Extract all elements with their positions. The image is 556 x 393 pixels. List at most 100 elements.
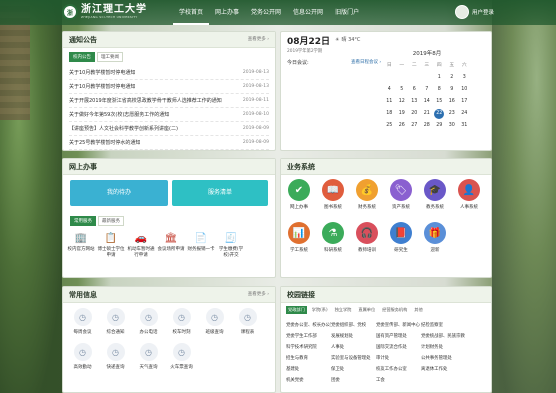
campus-link[interactable]: 团委	[331, 376, 376, 385]
tab-common-services[interactable]: 常用服务	[70, 216, 96, 226]
calendar-day[interactable]: 14	[421, 96, 434, 107]
campus-link[interactable]: 保卫处	[331, 365, 376, 374]
campus-link[interactable]: 基建处	[286, 365, 331, 374]
university-logo[interactable]: 浙 浙江理工大学 ZHEJIANG SCI-TECH UNIVERSITY	[62, 4, 147, 20]
service-item[interactable]: 🏛 会议场所申请	[156, 231, 186, 259]
business-system-item[interactable]: ✔ 网上办事	[282, 179, 316, 210]
calendar-day[interactable]: 30	[446, 120, 459, 131]
campus-link[interactable]: 国有资产管理处	[376, 332, 421, 341]
calendar-day[interactable]: 28	[421, 120, 434, 131]
calendar-day[interactable]: 18	[383, 108, 396, 119]
tab-news[interactable]: 理工要闻	[97, 52, 123, 62]
calendar-day[interactable]: 21	[421, 108, 434, 119]
service-item[interactable]: 📋 博士硕士学位申请	[96, 231, 126, 259]
calendar-day[interactable]: 25	[383, 120, 396, 131]
service-item[interactable]: 🏢 校内官方网站	[66, 231, 96, 259]
tab-latest-services[interactable]: 最新服务	[98, 216, 124, 226]
calendar-day[interactable]: 16	[446, 96, 459, 107]
calendar-day[interactable]: 4	[383, 84, 396, 95]
calendar-day[interactable]: 17	[458, 96, 471, 107]
campus-link[interactable]: 人事处	[331, 343, 376, 352]
calendar-day[interactable]: 2	[446, 72, 459, 83]
calendar-day[interactable]: 11	[383, 96, 396, 107]
campus-link[interactable]: 发展规划处	[331, 332, 376, 341]
campus-link[interactable]: 科学技术研究院	[286, 343, 331, 352]
calendar-day[interactable]: 15	[433, 96, 446, 107]
campus-link[interactable]: 实验室与设备管理处	[331, 354, 376, 363]
campus-link[interactable]: 离退休工作处	[421, 365, 466, 374]
campus-link[interactable]: 公共事务管理处	[421, 354, 466, 363]
campus-link[interactable]: 招生与教育	[286, 354, 331, 363]
calendar-day[interactable]: 1	[433, 72, 446, 83]
calendar-day[interactable]: 24	[458, 108, 471, 119]
campus-links-tab[interactable]: 其他	[412, 306, 424, 314]
business-system-item[interactable]: 📖 图书系统	[316, 179, 350, 210]
campus-links-tab[interactable]: 独立学院	[333, 306, 354, 314]
calendar-day[interactable]: 5	[396, 84, 409, 95]
campus-link[interactable]: 国际交流合作处	[376, 343, 421, 352]
calendar-day[interactable]: 6	[408, 84, 421, 95]
nav-item-home[interactable]: 学校首页	[173, 0, 210, 25]
business-system-item[interactable]: 📕 研究生	[384, 222, 418, 253]
campus-link[interactable]: 校友工作办公室	[376, 365, 421, 374]
calendar-day[interactable]: 7	[421, 84, 434, 95]
campus-links-tab[interactable]: 经营服务机构	[380, 306, 409, 314]
calendar-day[interactable]: 23	[446, 108, 459, 119]
business-system-item[interactable]: 🎁 迎新	[418, 222, 452, 253]
business-system-item[interactable]: 📊 学工系统	[282, 222, 316, 253]
common-info-more-link[interactable]: 查看更多 ›	[248, 287, 269, 303]
calendar-day[interactable]: 13	[408, 96, 421, 107]
business-system-item[interactable]: ⚗ 科研系统	[316, 222, 350, 253]
business-system-item[interactable]: 🎧 教师培训	[350, 222, 384, 253]
service-item[interactable]: 🧾 学生缴费(学校)开交	[216, 231, 246, 259]
common-info-item[interactable]: ◷ 每周会议	[66, 308, 99, 335]
campus-link[interactable]: 纪检监察室	[421, 321, 466, 330]
common-info-item[interactable]: ◷ 课程表	[231, 308, 264, 335]
common-info-item[interactable]: ◷ 校车时刻	[165, 308, 198, 335]
calendar-day[interactable]: 3	[458, 72, 471, 83]
my-todo-button[interactable]: 我的待办	[70, 180, 168, 206]
nav-item-online-service[interactable]: 网上办事	[209, 0, 245, 25]
campus-links-tab[interactable]: 党政部门	[286, 306, 307, 314]
tab-campus-notice[interactable]: 校内公告	[69, 52, 95, 62]
service-list-button[interactable]: 服务清单	[172, 180, 268, 206]
campus-link[interactable]: 审计处	[376, 354, 421, 363]
campus-links-tab[interactable]: 直属单位	[356, 306, 377, 314]
campus-link[interactable]: 党委组织部、党校	[331, 321, 376, 330]
campus-link[interactable]: 党委统战部、民族宗教	[421, 332, 466, 341]
business-system-item[interactable]: 💰 财务系统	[350, 179, 384, 210]
list-item[interactable]: 关于10月教学楼暂时停电通知 2019-08-13	[69, 80, 269, 94]
calendar-day[interactable]: 8	[433, 84, 446, 95]
list-item[interactable]: 关于25号教学楼暂时停水的通知 2019-08-09	[69, 136, 269, 150]
service-item[interactable]: 📄 财务报销一卡	[186, 231, 216, 259]
campus-link[interactable]: 党委宣传部、新闻中心	[376, 321, 421, 330]
list-item[interactable]: 关于10月教学楼暂时停电通知 2019-08-13	[69, 66, 269, 80]
business-system-item[interactable]: 🏷 资产系统	[384, 179, 418, 210]
calendar-day[interactable]: 19	[396, 108, 409, 119]
list-item[interactable]: 关于做好今年第59次(校)志愿服务工作的通知 2019-08-10	[69, 108, 269, 122]
meeting-more-link[interactable]: 查看日程会议 ›	[351, 59, 381, 65]
common-info-item[interactable]: ◷ 班级查询	[198, 308, 231, 335]
common-info-item[interactable]: ◷ 办公电话	[132, 308, 165, 335]
calendar-day[interactable]: 26	[396, 120, 409, 131]
campus-link[interactable]: 机关党委	[286, 376, 331, 385]
calendar-day[interactable]: 22	[433, 108, 446, 119]
campus-links-tab[interactable]: 学院(系)	[310, 306, 330, 314]
business-system-item[interactable]: 🎓 教务系统	[418, 179, 452, 210]
user-login[interactable]: 用户登录	[454, 5, 494, 19]
list-item[interactable]: 【讲座预告】人文社会科学教学创新系列讲座(二) 2019-08-09	[69, 122, 269, 136]
nav-item-old-portal[interactable]: 旧版门户	[329, 0, 365, 25]
calendar-day[interactable]: 9	[446, 84, 459, 95]
nav-item-info-disclosure[interactable]: 信息公开网	[287, 0, 329, 25]
calendar-day[interactable]: 27	[408, 120, 421, 131]
common-info-item[interactable]: ◷ 火车票查询	[165, 343, 198, 370]
common-info-item[interactable]: ◷ 天气查询	[132, 343, 165, 370]
campus-link[interactable]: 工会	[376, 376, 421, 385]
calendar-day[interactable]: 12	[396, 96, 409, 107]
notice-more-link[interactable]: 查看更多 ›	[248, 32, 269, 48]
calendar-day[interactable]: 29	[433, 120, 446, 131]
calendar-day[interactable]: 31	[458, 120, 471, 131]
calendar-day[interactable]: 10	[458, 84, 471, 95]
nav-item-party-affairs[interactable]: 党务公开网	[245, 0, 287, 25]
common-info-item[interactable]: ◷ 高效勤动	[66, 343, 99, 370]
